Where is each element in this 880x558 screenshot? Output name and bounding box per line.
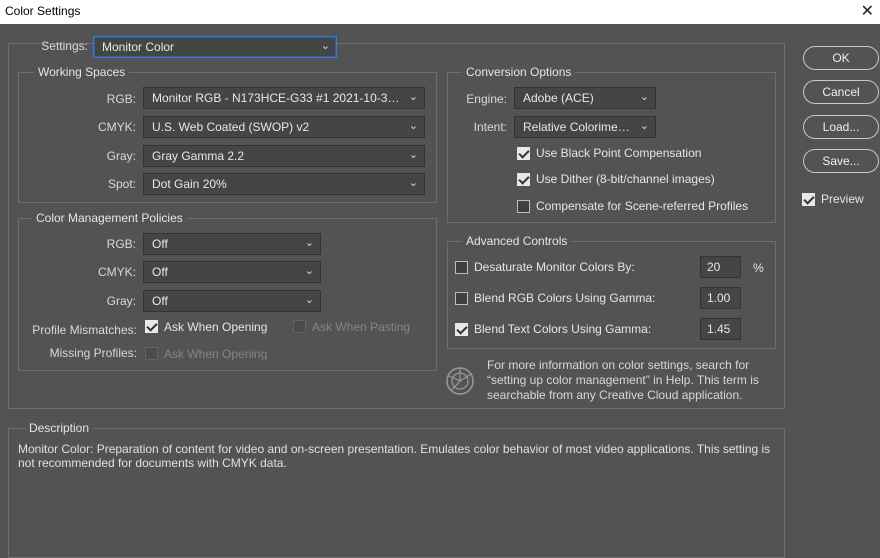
ask-when-opening-checkbox[interactable] <box>145 320 158 333</box>
chevron-down-icon: ⌄ <box>304 237 314 249</box>
blend-rgb-checkbox[interactable] <box>455 292 468 305</box>
pol-gray-dropdown[interactable]: Off ⌄ <box>143 290 321 312</box>
chevron-down-icon: ⌄ <box>408 149 418 161</box>
info-text: For more information on color settings, … <box>487 358 759 402</box>
ws-spot-value: Dot Gain 20% <box>152 177 227 191</box>
desaturate-label: Desaturate Monitor Colors By: <box>474 260 635 274</box>
ws-cmyk-label: CMYK: <box>97 120 136 134</box>
advanced-title: Advanced Controls <box>462 234 572 248</box>
chevron-down-icon: ⌄ <box>639 120 649 132</box>
chevron-down-icon: ⌄ <box>320 40 330 52</box>
blend-rgb-label: Blend RGB Colors Using Gamma: <box>474 291 656 305</box>
engine-value: Adobe (ACE) <box>523 91 594 105</box>
ws-cmyk-dropdown[interactable]: U.S. Web Coated (SWOP) v2 ⌄ <box>143 116 425 138</box>
chevron-down-icon: ⌄ <box>304 294 314 306</box>
chevron-down-icon: ⌄ <box>639 91 649 103</box>
blend-text-checkbox[interactable] <box>455 323 468 336</box>
preview-label: Preview <box>821 192 864 206</box>
window-title: Color Settings <box>5 4 81 18</box>
desaturate-checkbox[interactable] <box>455 261 468 274</box>
desaturate-unit: % <box>753 261 764 275</box>
pol-rgb-dropdown[interactable]: Off ⌄ <box>143 233 321 255</box>
conversion-title: Conversion Options <box>462 65 576 79</box>
scene-referred-checkbox[interactable] <box>517 200 530 213</box>
ws-gray-label: Gray: <box>106 149 136 163</box>
ask-when-opening-label: Ask When Opening <box>164 320 268 334</box>
pol-rgb-label: RGB: <box>106 237 136 251</box>
settings-label: Settings: <box>41 39 88 53</box>
title-bar: Color Settings ✕ <box>0 0 880 24</box>
dither-label: Use Dither (8-bit/channel images) <box>536 172 715 186</box>
chevron-down-icon: ⌄ <box>408 177 418 189</box>
description-text: Monitor Color: Preparation of content fo… <box>18 442 771 470</box>
pol-cmyk-dropdown[interactable]: Off ⌄ <box>143 261 321 283</box>
chevron-down-icon: ⌄ <box>304 265 314 277</box>
ws-gray-value: Gray Gamma 2.2 <box>152 149 245 163</box>
dither-checkbox[interactable] <box>517 173 530 186</box>
ws-rgb-value: Monitor RGB - N173HCE-G33 #1 2021-10-31.… <box>152 91 405 105</box>
engine-label: Engine: <box>466 92 507 106</box>
working-spaces-title: Working Spaces <box>34 65 130 79</box>
blend-rgb-input[interactable]: 1.00 <box>700 287 741 309</box>
save-button[interactable]: Save... <box>803 149 879 173</box>
missing-ask-when-opening-checkbox[interactable] <box>145 347 158 360</box>
description-title: Description <box>25 421 94 435</box>
ws-cmyk-value: U.S. Web Coated (SWOP) v2 <box>152 120 310 134</box>
ask-when-pasting-label: Ask When Pasting <box>312 320 411 334</box>
ask-when-pasting-checkbox[interactable] <box>293 320 306 333</box>
black-point-checkbox[interactable] <box>517 147 530 160</box>
chevron-down-icon: ⌄ <box>408 120 418 132</box>
intent-dropdown[interactable]: Relative Colorimetric ⌄ <box>514 116 656 138</box>
blend-text-label: Blend Text Colors Using Gamma: <box>474 322 652 336</box>
intent-label: Intent: <box>473 120 507 134</box>
load-button[interactable]: Load... <box>803 115 879 139</box>
desaturate-input[interactable]: 20 <box>700 256 741 278</box>
close-icon[interactable]: ✕ <box>861 1 874 21</box>
blend-text-input[interactable]: 1.45 <box>700 318 741 340</box>
ws-gray-dropdown[interactable]: Gray Gamma 2.2 ⌄ <box>143 145 425 167</box>
scene-referred-label: Compensate for Scene-referred Profiles <box>536 199 749 213</box>
pol-cmyk-label: CMYK: <box>97 265 136 279</box>
pol-cmyk-value: Off <box>152 265 168 279</box>
cancel-button[interactable]: Cancel <box>803 80 879 104</box>
black-point-label: Use Black Point Compensation <box>536 146 702 160</box>
ws-rgb-label: RGB: <box>106 92 136 106</box>
missing-profiles-label: Missing Profiles: <box>49 346 137 360</box>
policies-title: Color Management Policies <box>32 211 187 225</box>
ws-spot-label: Spot: <box>107 177 136 191</box>
pol-gray-label: Gray: <box>106 294 136 308</box>
intent-value: Relative Colorimetric <box>523 120 634 134</box>
ok-button[interactable]: OK <box>803 46 879 70</box>
missing-ask-when-opening-label: Ask When Opening <box>164 347 268 361</box>
pol-rgb-value: Off <box>152 237 168 251</box>
engine-dropdown[interactable]: Adobe (ACE) ⌄ <box>514 87 656 109</box>
settings-dropdown[interactable]: Monitor Color ⌄ <box>93 36 337 58</box>
pol-gray-value: Off <box>152 294 168 308</box>
ws-spot-dropdown[interactable]: Dot Gain 20% ⌄ <box>143 173 425 195</box>
ws-rgb-dropdown[interactable]: Monitor RGB - N173HCE-G33 #1 2021-10-31.… <box>143 87 425 109</box>
color-wheel-icon <box>446 367 474 395</box>
preview-checkbox[interactable] <box>802 193 815 206</box>
chevron-down-icon: ⌄ <box>408 91 418 103</box>
settings-value: Monitor Color <box>102 40 175 54</box>
profile-mismatches-label: Profile Mismatches: <box>32 323 137 337</box>
